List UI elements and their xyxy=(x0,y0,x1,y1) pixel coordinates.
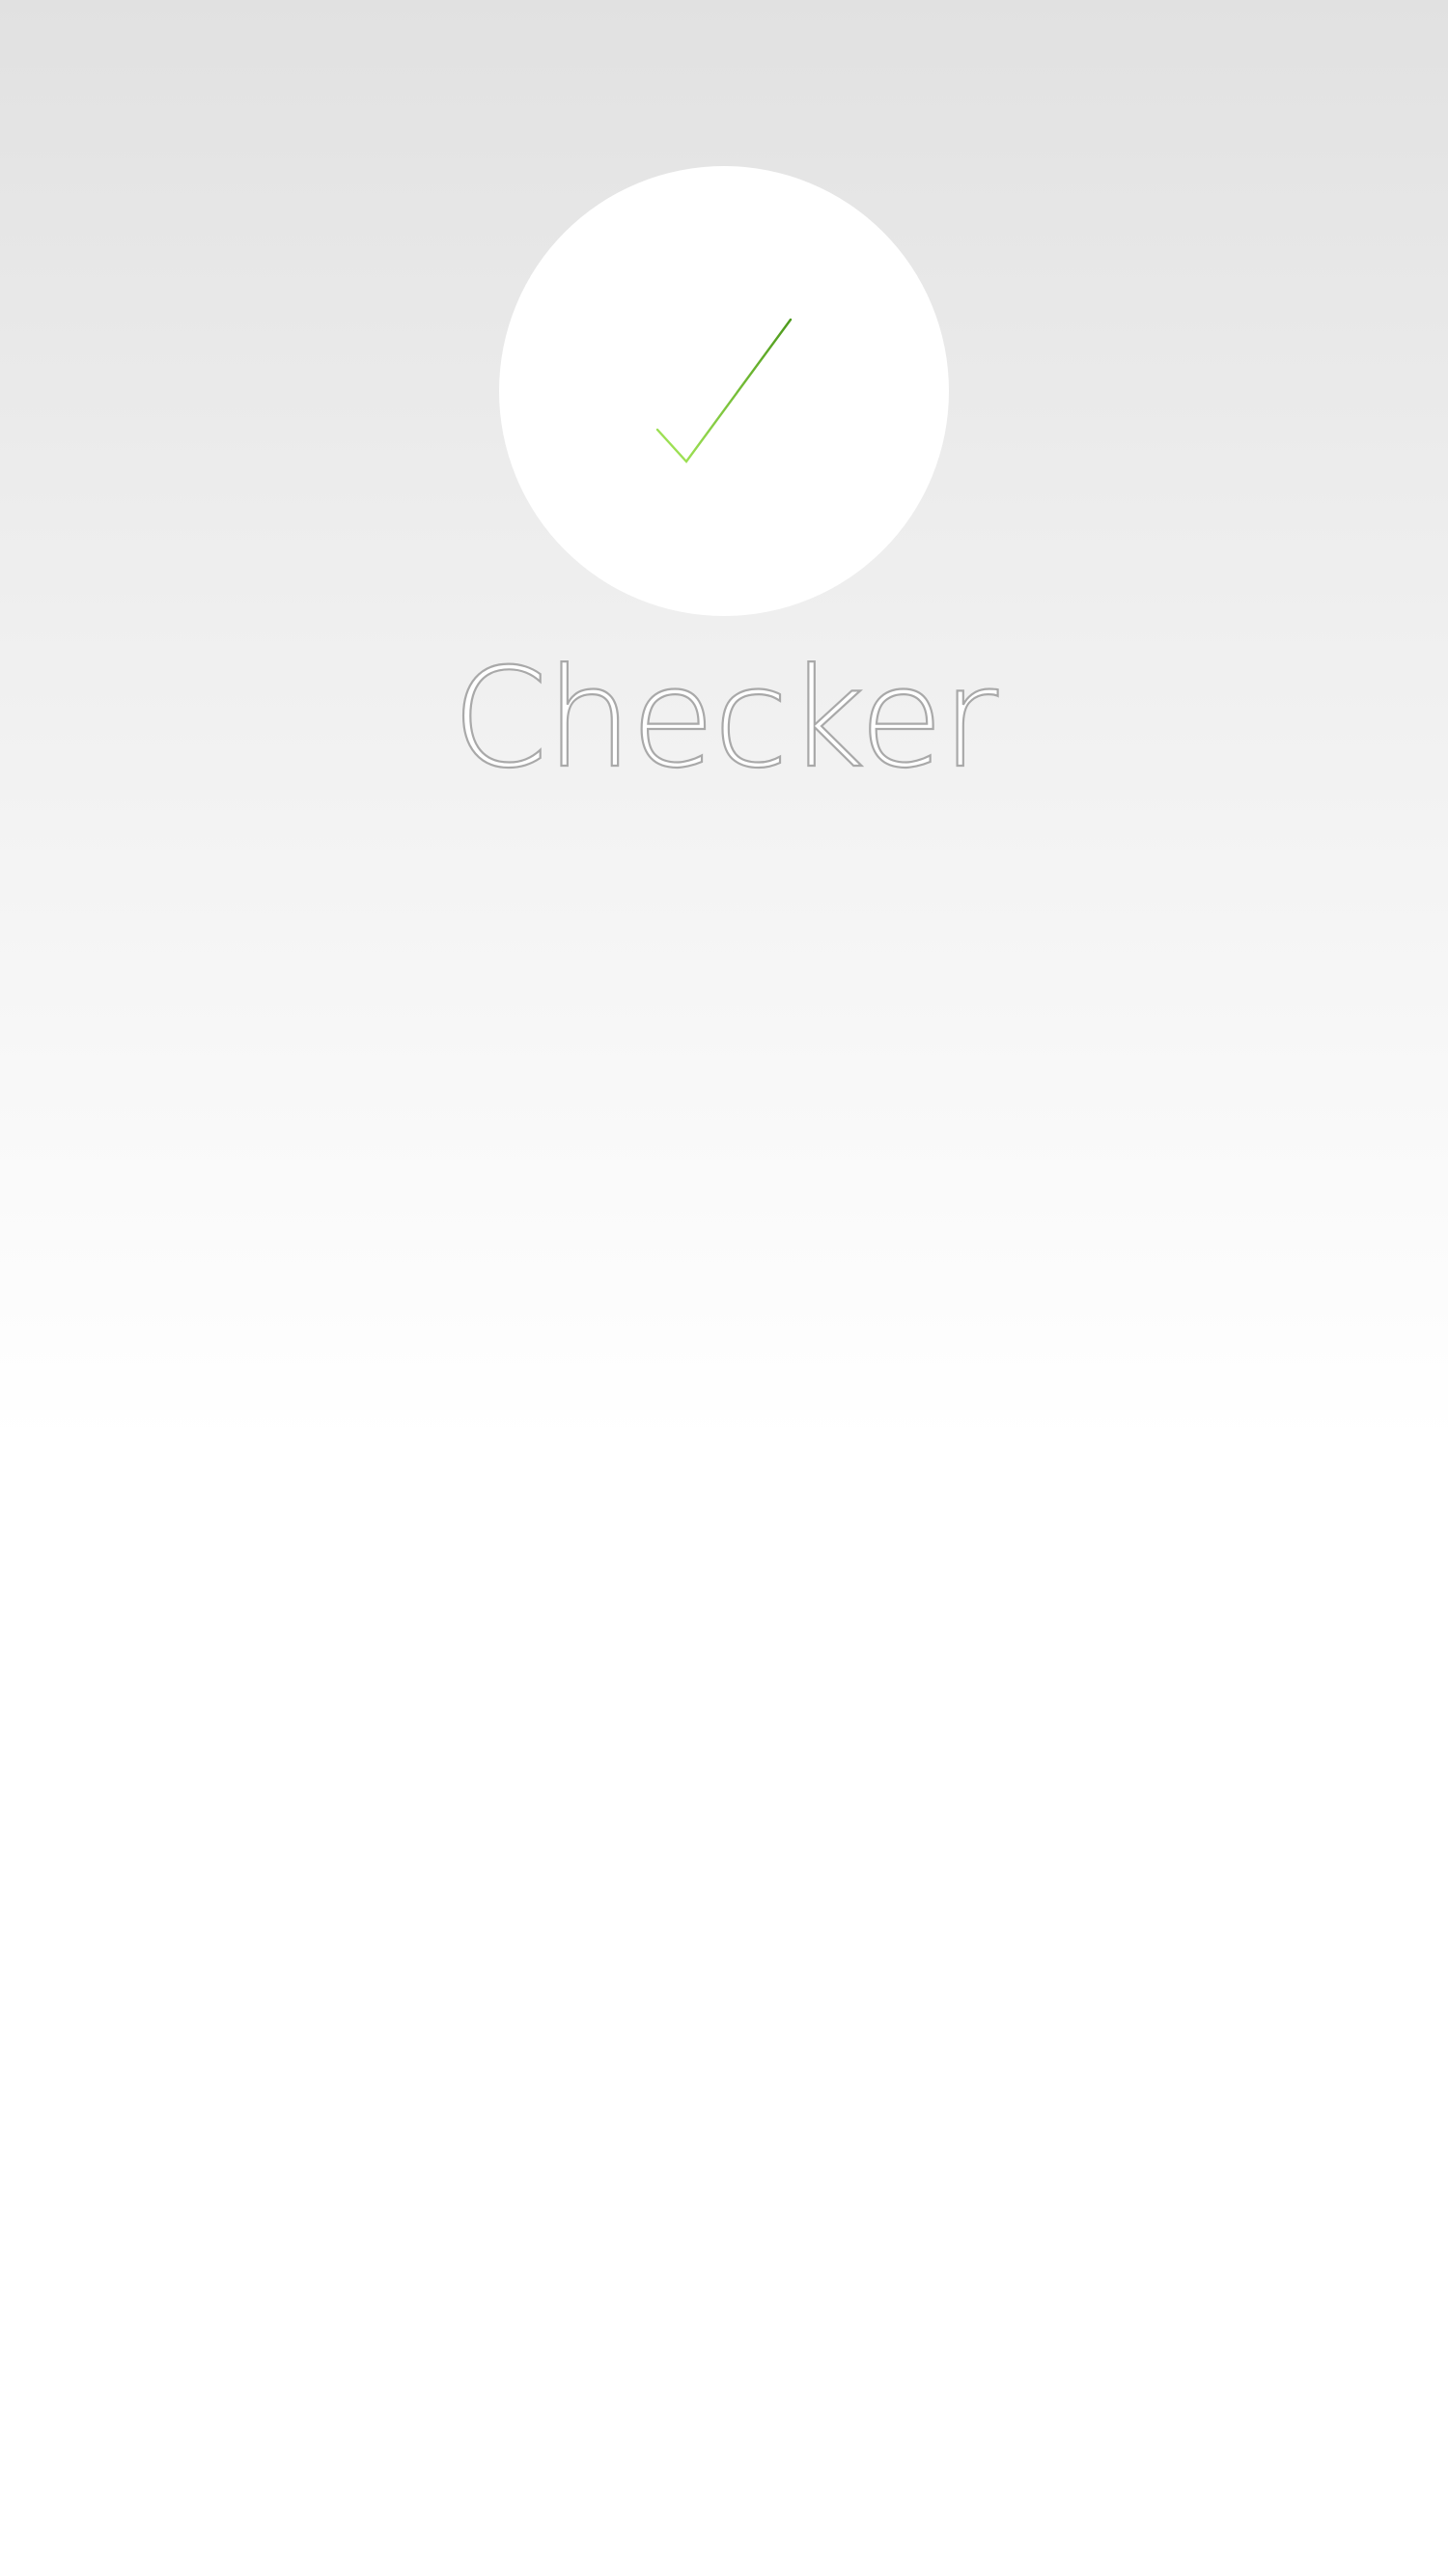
app-title: Checker xyxy=(451,638,999,799)
splash-screen: { "app": { "title": "Checker" }, "logo":… xyxy=(0,0,1448,2576)
logo-circle xyxy=(499,166,949,616)
checkmark-icon xyxy=(655,318,793,463)
